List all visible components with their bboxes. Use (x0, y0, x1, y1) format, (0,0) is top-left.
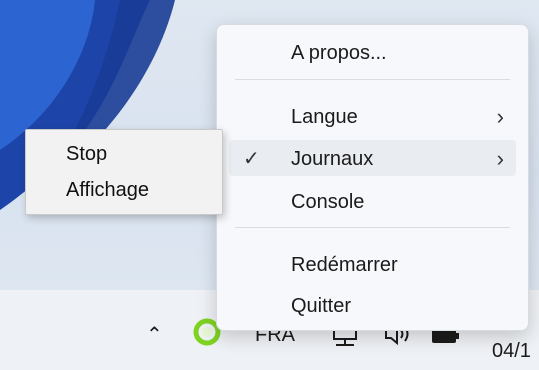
chevron-right-icon: › (496, 146, 504, 171)
menu-item-logs[interactable]: ✓ Journaux › (229, 140, 516, 176)
submenu-item-label: Affichage (66, 179, 150, 201)
menu-item-label: Redémarrer (291, 254, 398, 276)
menu-item-quit[interactable]: Quitter (229, 287, 516, 323)
submenu-item-label: Stop (66, 143, 108, 165)
menu-item-restart[interactable]: Redémarrer (229, 246, 516, 282)
submenu-item-stop[interactable]: Stop (26, 137, 220, 169)
menu-item-language[interactable]: Langue › (229, 98, 516, 134)
submenu-item-display[interactable]: Affichage (26, 173, 220, 205)
logs-submenu: Stop Affichage (25, 129, 223, 215)
show-hidden-icons-button[interactable]: ⌃ (146, 322, 163, 347)
tray-context-menu: A propos... Langue › ✓ Journaux › Consol… (216, 24, 529, 331)
clock-date[interactable]: 04/1 (492, 340, 531, 363)
menu-item-label: Journaux (291, 148, 374, 170)
menu-item-console[interactable]: Console (229, 183, 516, 219)
chevron-right-icon: › (496, 104, 504, 129)
menu-item-label: Console (291, 191, 365, 213)
check-icon: ✓ (243, 148, 260, 170)
menu-item-label: A propos... (291, 42, 387, 64)
menu-item-about[interactable]: A propos... (229, 34, 516, 70)
menu-item-label: Langue (291, 106, 358, 128)
menu-separator (235, 227, 510, 228)
menu-separator (235, 79, 510, 80)
menu-item-label: Quitter (291, 295, 352, 317)
